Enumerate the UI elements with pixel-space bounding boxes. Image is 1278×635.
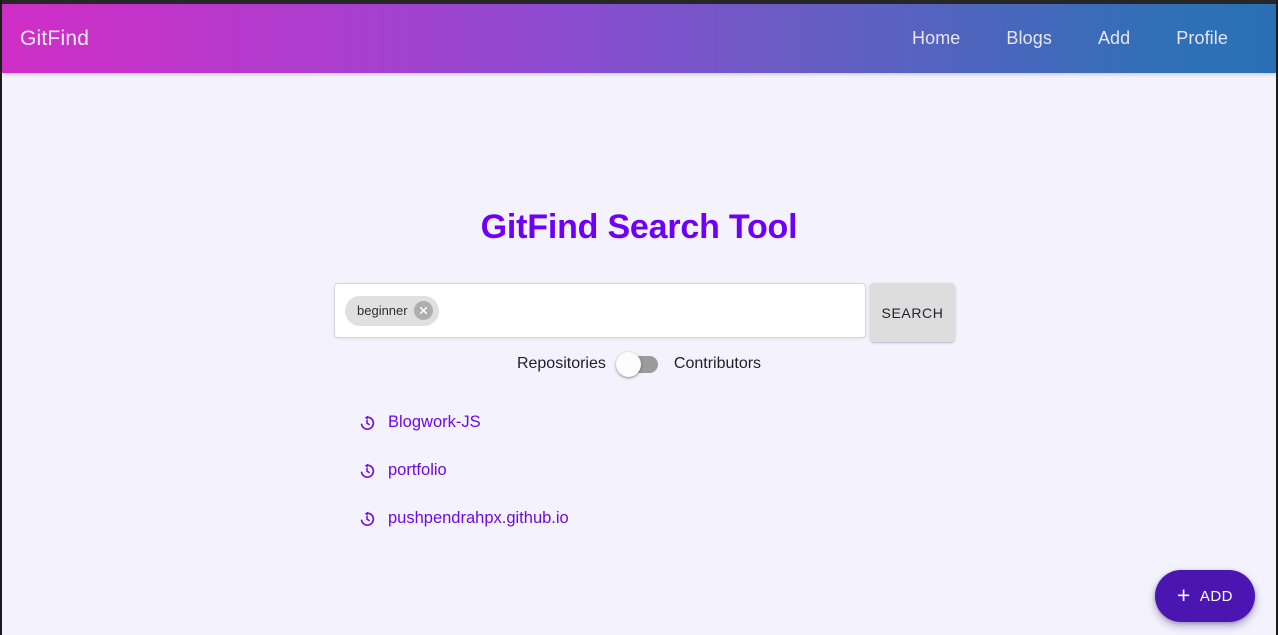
search-chip-beginner[interactable]: beginner [345, 295, 439, 326]
result-item[interactable]: portfolio [358, 461, 569, 480]
mode-toggle-switch[interactable] [615, 351, 658, 377]
history-icon [360, 511, 375, 526]
nav-link-add[interactable]: Add [1090, 22, 1138, 55]
search-input[interactable]: beginner [334, 283, 866, 338]
nav-link-blogs[interactable]: Blogs [998, 22, 1060, 55]
window-chrome-strip [2, 0, 1276, 4]
brand-logo[interactable]: GitFind [20, 27, 89, 51]
page-title: GitFind Search Tool [480, 208, 798, 246]
search-row: beginner SEARCH [334, 283, 955, 342]
search-results-list: Blogwork-JS portfolio pushpendrahpx.gith… [358, 413, 569, 528]
main-content: GitFind Search Tool beginner SEARCH Repo… [2, 73, 1276, 635]
nav-link-profile[interactable]: Profile [1168, 22, 1236, 55]
mode-toggle-row: Repositories Contributors [2, 351, 1276, 377]
nav-link-home[interactable]: Home [904, 22, 968, 55]
result-link[interactable]: pushpendrahpx.github.io [388, 509, 569, 528]
browser-viewport: GitFind Home Blogs Add Profile GitFind S… [0, 0, 1278, 635]
toggle-label-contributors: Contributors [673, 355, 762, 372]
toggle-label-repositories: Repositories [516, 355, 606, 372]
result-item[interactable]: pushpendrahpx.github.io [358, 509, 569, 528]
result-item[interactable]: Blogwork-JS [358, 413, 569, 432]
close-circle-icon[interactable] [413, 301, 433, 320]
top-navbar: GitFind Home Blogs Add Profile [2, 4, 1276, 73]
add-fab-label: ADD [1199, 587, 1233, 605]
history-icon [360, 463, 375, 478]
toggle-knob [615, 351, 641, 377]
result-link[interactable]: portfolio [388, 461, 447, 480]
nav-links: Home Blogs Add Profile [904, 22, 1236, 55]
history-icon [360, 415, 375, 430]
search-button[interactable]: SEARCH [870, 283, 955, 342]
search-chip-label: beginner [357, 303, 408, 318]
add-fab-button[interactable]: + ADD [1154, 570, 1255, 622]
result-link[interactable]: Blogwork-JS [388, 413, 481, 432]
plus-icon: + [1176, 581, 1191, 608]
